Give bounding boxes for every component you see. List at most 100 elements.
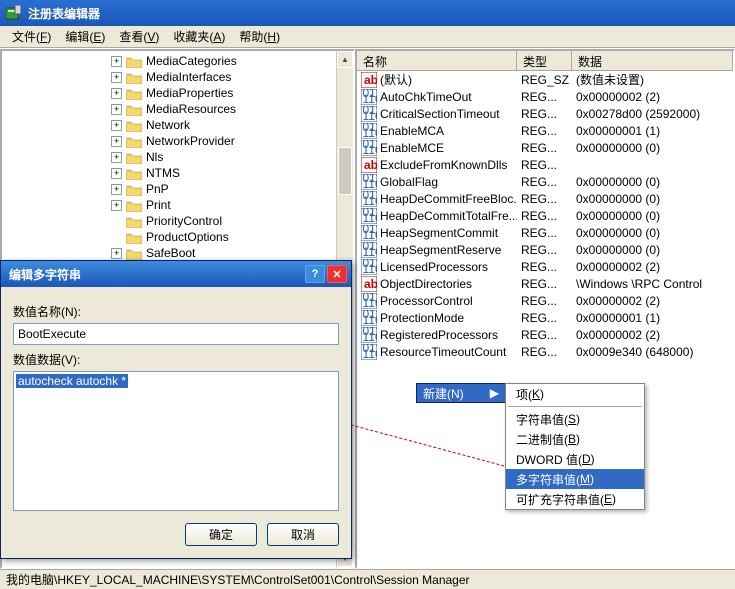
list-row[interactable]: HeapSegmentCommit REG...0x00000000 (0) [357, 224, 733, 241]
tree-item[interactable]: +SafeBoot [6, 245, 349, 261]
tree-label: PnP [146, 182, 169, 196]
value-name: HeapSegmentCommit [380, 226, 498, 240]
context-submenu-item[interactable]: 字符串值(S) [506, 409, 644, 429]
dialog-titlebar[interactable]: 编辑多字符串 ? ✕ [1, 261, 351, 287]
tree-label: MediaProperties [146, 86, 233, 100]
expand-toggle[interactable]: + [111, 120, 122, 131]
value-data: 0x00000002 (2) [572, 294, 733, 308]
list-row[interactable]: EnableMCAREG...0x00000001 (1) [357, 122, 733, 139]
expand-toggle[interactable]: + [111, 248, 122, 259]
list-row[interactable]: (默认)REG_SZ(数值未设置) [357, 71, 733, 88]
dialog-help-button[interactable]: ? [305, 265, 325, 283]
tree-item[interactable]: + NTMS [6, 165, 349, 181]
menu-item[interactable]: 收藏夹(A) [167, 26, 231, 47]
value-data: 0x00000000 (0) [572, 243, 733, 257]
list-row[interactable]: RegisteredProcessorsREG...0x00000002 (2) [357, 326, 733, 343]
value-name: CriticalSectionTimeout [380, 107, 500, 121]
list-row[interactable]: HeapSegmentReserveREG...0x00000000 (0) [357, 241, 733, 258]
value-icon [361, 242, 377, 258]
context-submenu-item[interactable]: DWORD 值(D) [506, 449, 644, 469]
expand-toggle[interactable]: + [111, 72, 122, 83]
list-row[interactable]: GlobalFlagREG...0x00000000 (0) [357, 173, 733, 190]
header-type[interactable]: 类型 [517, 51, 572, 70]
value-icon [361, 174, 377, 190]
expand-toggle[interactable]: + [111, 88, 122, 99]
expand-toggle[interactable]: + [111, 168, 122, 179]
list-row[interactable]: AutoChkTimeOutREG...0x00000002 (2) [357, 88, 733, 105]
tree-item[interactable]: + MediaProperties [6, 85, 349, 101]
expand-toggle[interactable]: + [111, 136, 122, 147]
value-icon [361, 310, 377, 326]
tree-item[interactable]: + PnP [6, 181, 349, 197]
value-data: 0x00000000 (0) [572, 192, 733, 206]
list-header[interactable]: 名称 类型 数据 [357, 51, 733, 71]
list-row[interactable]: ProtectionModeREG...0x00000001 (1) [357, 309, 733, 326]
tree-item[interactable]: +MediaInterfaces [6, 69, 349, 85]
list-row[interactable]: ResourceTimeoutCountREG...0x0009e340 (64… [357, 343, 733, 360]
textarea-selection: autocheck autochk * [16, 374, 128, 388]
context-submenu-item[interactable]: 多字符串值(M) [506, 469, 644, 489]
list-row[interactable]: ObjectDirectoriesREG...\Windows \RPC Con… [357, 275, 733, 292]
expand-toggle[interactable]: + [111, 104, 122, 115]
tree-item[interactable]: +Print [6, 197, 349, 213]
tree-label: MediaCategories [146, 54, 237, 68]
value-icon [361, 208, 377, 224]
context-submenu-item[interactable]: 项(K) [506, 384, 644, 404]
menu-item[interactable]: 查看(V) [113, 26, 165, 47]
list-row[interactable]: EnableMCEREG...0x00000000 (0) [357, 139, 733, 156]
value-data: 0x00000000 (0) [572, 226, 733, 240]
value-name: EnableMCA [380, 124, 444, 138]
list-row[interactable]: LicensedProcessorsREG...0x00000002 (2) [357, 258, 733, 275]
tree-item[interactable]: PriorityControl [6, 213, 349, 229]
tree-label: Network [146, 118, 190, 132]
scroll-thumb[interactable] [338, 147, 352, 195]
dialog-close-button[interactable]: ✕ [327, 265, 347, 283]
expand-toggle[interactable]: + [111, 152, 122, 163]
value-icon [361, 157, 377, 173]
folder-icon [126, 215, 142, 228]
list-row[interactable]: ExcludeFromKnownDllsREG... [357, 156, 733, 173]
value-name: LicensedProcessors [380, 260, 488, 274]
list-row[interactable]: HeapDeCommitTotalFre...REG...0x00000000 … [357, 207, 733, 224]
scroll-up-button[interactable]: ▲ [337, 51, 353, 68]
tree-item[interactable]: + MediaCategories [6, 53, 349, 69]
value-data-textarea[interactable]: autocheck autochk * [13, 371, 339, 511]
window-titlebar: 注册表编辑器 [0, 0, 735, 26]
context-new-item[interactable]: 新建(N) ▶ [416, 383, 506, 403]
ok-button[interactable]: 确定 [185, 523, 257, 546]
context-submenu-item[interactable]: 二进制值(B) [506, 429, 644, 449]
menu-item[interactable]: 文件(F) [6, 26, 57, 47]
context-submenu: 项(K) 字符串值(S)二进制值(B)DWORD 值(D)多字符串值(M)可扩充字… [505, 383, 645, 510]
header-name[interactable]: 名称 [357, 51, 517, 70]
expand-toggle[interactable]: + [111, 200, 122, 211]
menu-item[interactable]: 帮助(H) [233, 26, 286, 47]
value-data: 0x00000000 (0) [572, 141, 733, 155]
header-data[interactable]: 数据 [572, 51, 733, 70]
tree-label: MediaResources [146, 102, 236, 116]
tree-item[interactable]: ProductOptions [6, 229, 349, 245]
context-submenu-item[interactable]: 可扩充字符串值(E) [506, 489, 644, 509]
value-icon [361, 344, 377, 360]
list-row[interactable]: HeapDeCommitFreeBloc...REG...0x00000000 … [357, 190, 733, 207]
tree-item[interactable]: +NetworkProvider [6, 133, 349, 149]
tree-label: NTMS [146, 166, 180, 180]
value-name-label: 数值名称(N): [13, 303, 339, 320]
tree-label: PriorityControl [146, 214, 222, 228]
folder-icon [126, 167, 142, 180]
value-data: 0x00000000 (0) [572, 175, 733, 189]
submenu-arrow-icon: ▶ [490, 386, 499, 400]
expand-toggle[interactable]: + [111, 56, 122, 67]
tree-item[interactable]: +Nls [6, 149, 349, 165]
tree-item[interactable]: + Network [6, 117, 349, 133]
list-row[interactable]: ProcessorControlREG...0x00000002 (2) [357, 292, 733, 309]
cancel-button[interactable]: 取消 [267, 523, 339, 546]
folder-icon [126, 71, 142, 84]
menu-item[interactable]: 编辑(E) [59, 26, 111, 47]
folder-icon [126, 103, 142, 116]
value-data: \Windows \RPC Control [572, 277, 733, 291]
list-row[interactable]: CriticalSectionTimeoutREG...0x00278d00 (… [357, 105, 733, 122]
value-name-input[interactable] [13, 323, 339, 345]
expand-toggle[interactable]: + [111, 184, 122, 195]
tree-item[interactable]: + MediaResources [6, 101, 349, 117]
value-type: REG... [517, 226, 572, 240]
